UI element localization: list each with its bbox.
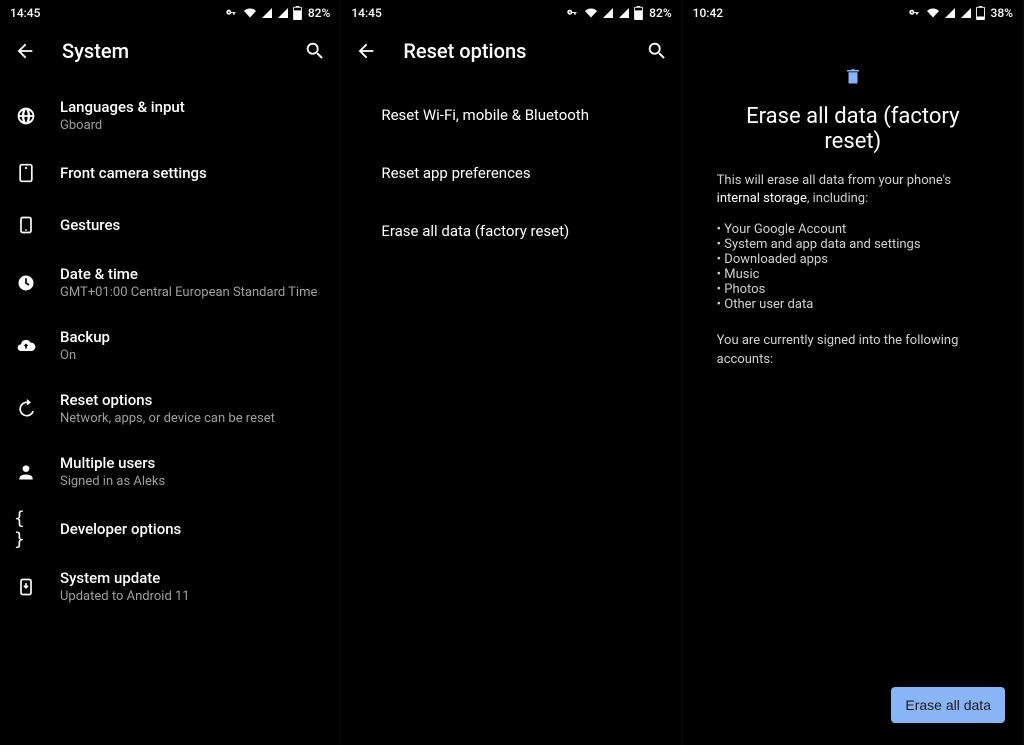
erase-bullet: System and app data and settings [717, 237, 989, 252]
battery-icon [976, 6, 985, 20]
vpn-key-icon [564, 8, 580, 18]
search-button[interactable] [642, 36, 672, 66]
signal-icon [944, 7, 956, 19]
erase-intro: This will erase all data from your phone… [717, 172, 989, 208]
search-button[interactable] [300, 36, 330, 66]
reset-icon [14, 397, 38, 421]
clock-text: 10:42 [693, 6, 723, 20]
signal-icon [277, 7, 289, 19]
backup-icon [14, 334, 38, 358]
gesture-icon [14, 213, 38, 237]
setting-subtitle: Network, apps, or device can be reset [60, 411, 275, 426]
setting-title: Developer options [60, 520, 181, 538]
setting-title: Backup [60, 328, 110, 346]
reset-option-reset-wi-fi-mobile-bluetooth[interactable]: Reset Wi-Fi, mobile & Bluetooth [325, 86, 681, 144]
status-icons: 82% [223, 6, 330, 20]
status-icons: 38% [906, 6, 1013, 20]
globe-icon [14, 104, 38, 128]
back-button[interactable] [10, 36, 40, 66]
screen-erase-all: 10:42 38% Erase all data (factory reset)… [683, 0, 1024, 745]
search-icon [646, 40, 668, 62]
clock-icon [14, 271, 38, 295]
erase-bullets: Your Google AccountSystem and app data a… [717, 222, 989, 312]
reset-option-reset-app-preferences[interactable]: Reset app preferences [325, 144, 681, 202]
erase-bullet: Your Google Account [717, 222, 989, 237]
signal-icon [960, 7, 972, 19]
battery-text: 38% [991, 6, 1013, 20]
signal-icon [618, 7, 630, 19]
reset-option-erase-all-data-factory-reset[interactable]: Erase all data (factory reset) [325, 202, 681, 260]
accounts-note: You are currently signed into the follow… [717, 332, 989, 368]
vpn-key-icon [223, 8, 239, 18]
setting-subtitle: On [60, 348, 110, 363]
erase-content: Erase all data (factory reset) This will… [683, 26, 1023, 369]
setting-title: Languages & input [60, 98, 185, 116]
statusbar: 14:45 82% [0, 0, 340, 26]
trash-icon [844, 66, 862, 86]
frontcam-icon [14, 161, 38, 185]
setting-item-system-update[interactable]: System update Updated to Android 11 [0, 555, 340, 618]
setting-item-gestures[interactable]: Gestures [0, 199, 340, 251]
user-icon [14, 460, 38, 484]
header: Reset options [341, 26, 681, 76]
statusbar: 14:45 82% [341, 0, 681, 26]
page-title: Reset options [403, 39, 619, 63]
setting-item-reset-options[interactable]: Reset options Network, apps, or device ca… [0, 377, 340, 440]
battery-icon [634, 6, 643, 20]
screen-reset-options: 14:45 82% Reset options Reset Wi-Fi, mob… [341, 0, 682, 745]
setting-item-multiple-users[interactable]: Multiple users Signed in as Aleks [0, 440, 340, 503]
setting-title: System update [60, 569, 190, 587]
erase-bullet: Music [717, 267, 989, 282]
clock-text: 14:45 [351, 6, 381, 20]
search-icon [304, 40, 326, 62]
setting-item-front-camera-settings[interactable]: Front camera settings [0, 147, 340, 199]
erase-bullet: Downloaded apps [717, 252, 989, 267]
setting-item-developer-options[interactable]: { } Developer options [0, 503, 340, 555]
wifi-icon [243, 7, 257, 19]
setting-title: Gestures [60, 216, 120, 234]
settings-list: Languages & input Gboard Front camera sett… [0, 76, 340, 626]
setting-subtitle: Updated to Android 11 [60, 589, 190, 604]
reset-option-label: Reset Wi-Fi, mobile & Bluetooth [381, 106, 657, 124]
header: System [0, 26, 340, 76]
erase-bullet: Photos [717, 282, 989, 297]
battery-text: 82% [649, 6, 671, 20]
vpn-key-icon [906, 8, 922, 18]
setting-title: Date & time [60, 265, 317, 283]
setting-subtitle: Signed in as Aleks [60, 474, 165, 489]
setting-title: Reset options [60, 391, 275, 409]
back-arrow-icon [14, 40, 36, 62]
clock-text: 14:45 [10, 6, 40, 20]
erase-all-data-button[interactable]: Erase all data [891, 687, 1005, 723]
setting-title: Multiple users [60, 454, 165, 472]
status-icons: 82% [564, 6, 671, 20]
battery-icon [293, 6, 302, 20]
signal-icon [261, 7, 273, 19]
back-button[interactable] [351, 36, 381, 66]
erase-bullet: Other user data [717, 297, 989, 312]
erase-title: Erase all data (factory reset) [717, 104, 989, 154]
setting-subtitle: Gboard [60, 118, 185, 133]
signal-icon [602, 7, 614, 19]
reset-list: Reset Wi-Fi, mobile & Bluetooth Reset app… [341, 76, 681, 260]
reset-option-label: Erase all data (factory reset) [381, 222, 657, 240]
page-title: System [62, 39, 278, 63]
back-arrow-icon [355, 40, 377, 62]
statusbar: 10:42 38% [683, 0, 1023, 26]
battery-text: 82% [308, 6, 330, 20]
setting-subtitle: GMT+01:00 Central European Standard Time [60, 285, 317, 300]
setting-title: Front camera settings [60, 164, 207, 182]
wifi-icon [584, 7, 598, 19]
screen-system: 14:45 82% System Languages & input Gboard… [0, 0, 341, 745]
update-icon [14, 575, 38, 599]
wifi-icon [926, 7, 940, 19]
setting-item-date-time[interactable]: Date & time GMT+01:00 Central European St… [0, 251, 340, 314]
dev-icon: { } [14, 517, 38, 541]
reset-option-label: Reset app preferences [381, 164, 657, 182]
setting-item-backup[interactable]: Backup On [0, 314, 340, 377]
setting-item-languages-input[interactable]: Languages & input Gboard [0, 84, 340, 147]
